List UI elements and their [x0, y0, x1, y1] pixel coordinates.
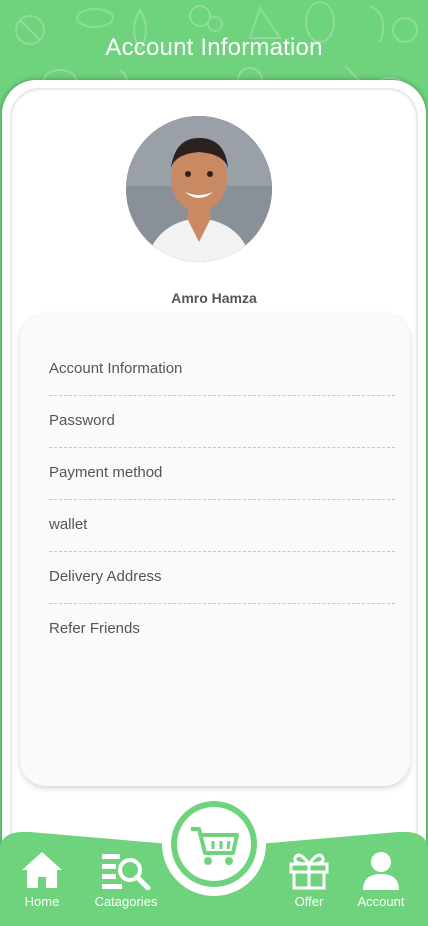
- nav-account-label: Account: [357, 894, 405, 909]
- menu-item-account-information[interactable]: Account Information: [49, 344, 395, 396]
- nav-offer[interactable]: Offer: [286, 850, 332, 909]
- menu-item-password[interactable]: Password: [49, 396, 395, 448]
- menu-item-refer-friends[interactable]: Refer Friends: [49, 604, 395, 656]
- account-menu: Account Information Password Payment met…: [20, 314, 410, 786]
- cart-button-inner: [177, 807, 251, 881]
- profile-photo: [126, 116, 272, 262]
- menu-item-payment-method[interactable]: Payment method: [49, 448, 395, 500]
- category-search-icon: [102, 854, 151, 891]
- nav-account[interactable]: Account: [352, 850, 410, 909]
- menu-item-wallet[interactable]: wallet: [49, 500, 395, 552]
- nav-categories-label: Catagories: [94, 894, 158, 909]
- nav-home[interactable]: Home: [18, 850, 66, 909]
- nav-categories[interactable]: Catagories: [90, 850, 162, 909]
- home-icon: [22, 852, 62, 888]
- page-title: Account Information: [105, 34, 323, 61]
- menu-item-delivery-address[interactable]: Delivery Address: [49, 552, 395, 604]
- cart-button[interactable]: [171, 801, 257, 887]
- nav-offer-label: Offer: [294, 894, 324, 909]
- avatar[interactable]: [126, 116, 272, 262]
- nav-home-label: Home: [24, 894, 60, 909]
- gift-icon: [289, 853, 329, 890]
- profile-name: Amro Hamza: [171, 290, 257, 306]
- cart-icon: [191, 827, 239, 865]
- user-icon: [363, 852, 399, 890]
